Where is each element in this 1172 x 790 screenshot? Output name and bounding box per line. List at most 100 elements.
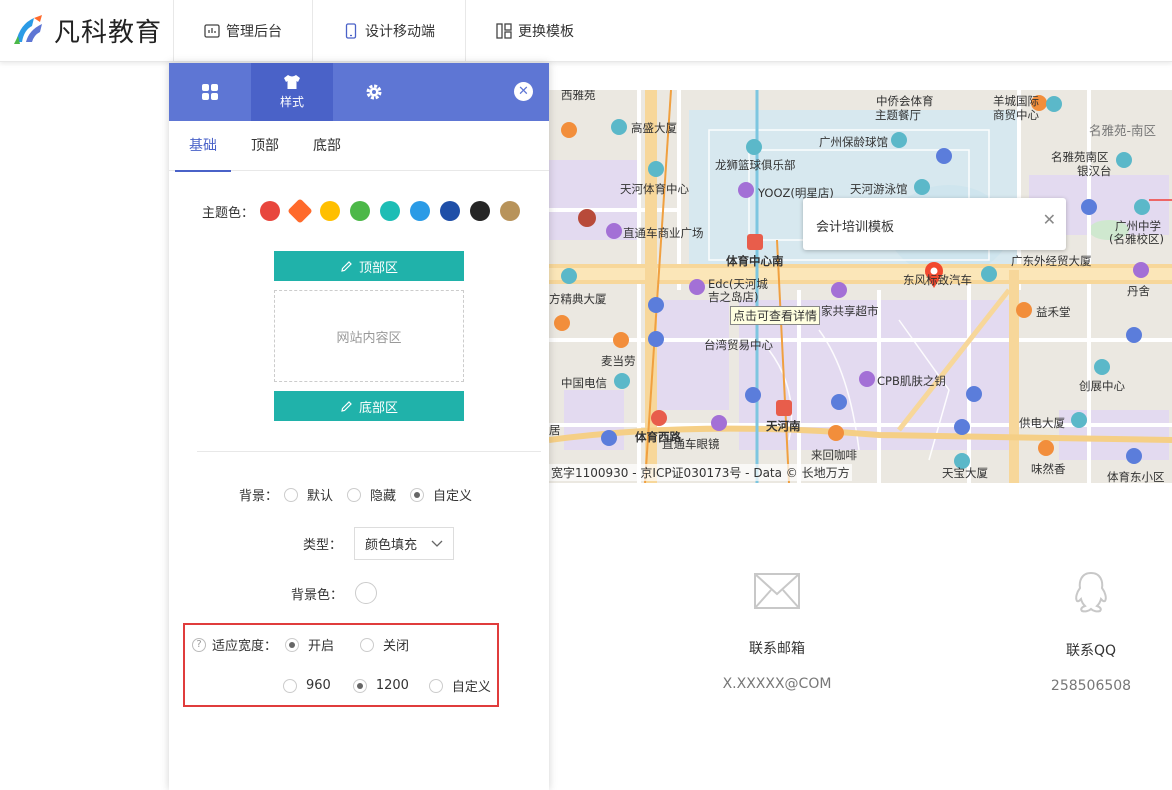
map-label: 体育中心南 bbox=[726, 254, 784, 268]
panel-subtabs: 基础 顶部 底部 bbox=[169, 121, 549, 172]
brand-name: 凡科教育 bbox=[54, 17, 163, 48]
radio-label: 自定义 bbox=[433, 489, 473, 504]
map-label: 天河南 bbox=[766, 419, 801, 433]
map-label: 直通车眼镜 bbox=[662, 437, 720, 451]
adapt-width-row: ? 适应宽度： 开启 关闭 bbox=[192, 635, 423, 654]
adapt-width-on-radio[interactable]: 开启 bbox=[285, 635, 334, 654]
radio-label: 开启 bbox=[308, 639, 335, 654]
theme-swatch-red[interactable] bbox=[260, 201, 281, 221]
map-label: 东风标致汽车 bbox=[903, 273, 972, 287]
brand-logo[interactable]: 凡科教育 bbox=[12, 12, 162, 48]
radio-label: 960 bbox=[306, 678, 331, 693]
map-label: 供电大厦 bbox=[1019, 416, 1065, 430]
top-zone-label: 顶部区 bbox=[358, 260, 398, 276]
map-label: 龙狮篮球俱乐部 bbox=[715, 158, 796, 172]
map-label: 广东外经贸大厦 bbox=[1011, 254, 1092, 268]
grid-icon bbox=[202, 84, 218, 100]
contact-email-label: 联系邮箱 bbox=[749, 641, 805, 657]
map-label: 高盛大厦 bbox=[631, 121, 677, 135]
background-hidden-radio[interactable]: 隐藏 bbox=[347, 485, 396, 504]
map-label: 直通车商业广场 bbox=[623, 226, 704, 240]
theme-swatch-navy[interactable] bbox=[440, 201, 461, 221]
theme-swatch-orange-selected[interactable] bbox=[287, 198, 313, 224]
width-960-radio[interactable]: 960 bbox=[283, 678, 331, 693]
shirt-icon bbox=[284, 75, 300, 89]
map-label: 台湾贸易中心 bbox=[704, 338, 773, 352]
map-info-popup[interactable]: 会计培训模板 ✕ bbox=[803, 198, 1066, 250]
map-labels: 西雅苑 中侨会体育 主题餐厅 羊城国际 商贸中心 名雅苑-南区 高盛大厦 广州保… bbox=[549, 90, 1172, 483]
divider bbox=[197, 451, 541, 452]
map-tooltip: 点击可查看详情 bbox=[730, 306, 821, 325]
theme-swatch-green[interactable] bbox=[350, 201, 371, 221]
contact-qq: 联系QQ 258506508 bbox=[1031, 570, 1151, 694]
map-attribution: 宽字1100930 - 京ICP证030173号 - Data © 长地万方 bbox=[549, 464, 852, 481]
adapt-width-label: 适应宽度： bbox=[212, 639, 278, 654]
close-icon[interactable]: ✕ bbox=[1043, 210, 1056, 229]
width-1200-radio[interactable]: 1200 bbox=[352, 678, 409, 693]
qq-icon bbox=[1075, 571, 1107, 613]
adapt-width-off-radio[interactable]: 关闭 bbox=[360, 635, 409, 654]
bottom-zone-label: 底部区 bbox=[358, 400, 398, 416]
contact-email: 联系邮箱 X.XXXXX@COM bbox=[717, 572, 837, 692]
theme-color-row: 主题色： bbox=[202, 198, 530, 224]
width-custom-radio[interactable]: 自定义 bbox=[428, 676, 491, 695]
type-label: 类型： bbox=[303, 538, 343, 553]
pencil-icon bbox=[341, 260, 352, 272]
pencil-icon bbox=[341, 400, 352, 412]
map-label: 益禾堂 bbox=[1036, 305, 1071, 319]
radio-label: 默认 bbox=[307, 489, 334, 504]
map-label: 天河游泳馆 bbox=[850, 182, 908, 196]
bottom-zone-button[interactable]: 底部区 bbox=[274, 391, 464, 421]
map-label: 银汉台 bbox=[1077, 164, 1112, 178]
map-label: 商贸中心 bbox=[993, 108, 1039, 122]
map[interactable]: 西雅苑 中侨会体育 主题餐厅 羊城国际 商贸中心 名雅苑-南区 高盛大厦 广州保… bbox=[549, 90, 1172, 483]
map-label: 味然香 bbox=[1031, 462, 1066, 476]
bg-color-label: 背景色： bbox=[291, 587, 344, 603]
map-label: 西雅苑 bbox=[561, 90, 596, 102]
map-popup-title: 会计培训模板 bbox=[816, 220, 895, 235]
theme-swatch-yellow[interactable] bbox=[320, 201, 341, 221]
map-label: 体育东小区 bbox=[1107, 470, 1165, 483]
radio-label: 隐藏 bbox=[370, 489, 397, 504]
theme-swatch-black[interactable] bbox=[470, 201, 491, 221]
content-zone: 网站内容区 bbox=[274, 290, 464, 382]
chart-icon bbox=[204, 24, 220, 38]
nav-design-mobile[interactable]: 设计移动端 bbox=[312, 0, 465, 62]
nav-change-template[interactable]: 更换模板 bbox=[465, 0, 604, 62]
bg-color-row: 背景色： bbox=[291, 582, 378, 604]
theme-swatch-teal[interactable] bbox=[380, 201, 401, 221]
theme-swatch-blue[interactable] bbox=[410, 201, 431, 221]
map-label: (名雅校区) bbox=[1109, 232, 1164, 246]
subtab-basic[interactable]: 基础 bbox=[175, 121, 231, 172]
background-default-radio[interactable]: 默认 bbox=[284, 485, 333, 504]
nav-admin-label: 管理后台 bbox=[226, 24, 282, 40]
subtab-bottom[interactable]: 底部 bbox=[313, 121, 341, 171]
panel-close-button[interactable]: ✕ bbox=[514, 82, 533, 101]
map-label: 方精典大厦 bbox=[549, 292, 607, 306]
tab-modules[interactable] bbox=[169, 63, 251, 121]
background-row: 背景： 默认 隐藏 自定义 bbox=[239, 485, 486, 504]
template-icon bbox=[496, 23, 512, 39]
map-label: 麦当劳 bbox=[601, 354, 636, 368]
type-select[interactable]: 颜色填充 bbox=[354, 527, 455, 560]
bg-color-picker[interactable] bbox=[355, 582, 378, 604]
radio-label: 关闭 bbox=[383, 639, 410, 654]
type-select-value: 颜色填充 bbox=[365, 538, 418, 553]
contact-qq-label: 联系QQ bbox=[1065, 643, 1117, 659]
top-nav: 管理后台 设计移动端 更换模板 bbox=[173, 0, 604, 62]
gear-icon bbox=[366, 84, 382, 100]
content-zone-label: 网站内容区 bbox=[336, 330, 402, 346]
background-custom-radio[interactable]: 自定义 bbox=[410, 485, 472, 504]
map-label: 名雅苑-南区 bbox=[1089, 123, 1157, 138]
tab-settings[interactable] bbox=[333, 63, 415, 121]
tab-style[interactable]: 样式 bbox=[251, 63, 333, 121]
width-options-row: 960 1200 自定义 bbox=[283, 676, 505, 695]
radio-label: 1200 bbox=[375, 678, 409, 693]
top-zone-button[interactable]: 顶部区 bbox=[274, 251, 464, 281]
help-icon[interactable]: ? bbox=[192, 637, 206, 652]
nav-admin[interactable]: 管理后台 bbox=[173, 0, 312, 62]
map-label: 创展中心 bbox=[1079, 379, 1125, 393]
subtab-top[interactable]: 顶部 bbox=[251, 121, 279, 171]
map-label: 来回咖啡 bbox=[811, 448, 857, 462]
theme-swatch-gold[interactable] bbox=[500, 201, 521, 221]
